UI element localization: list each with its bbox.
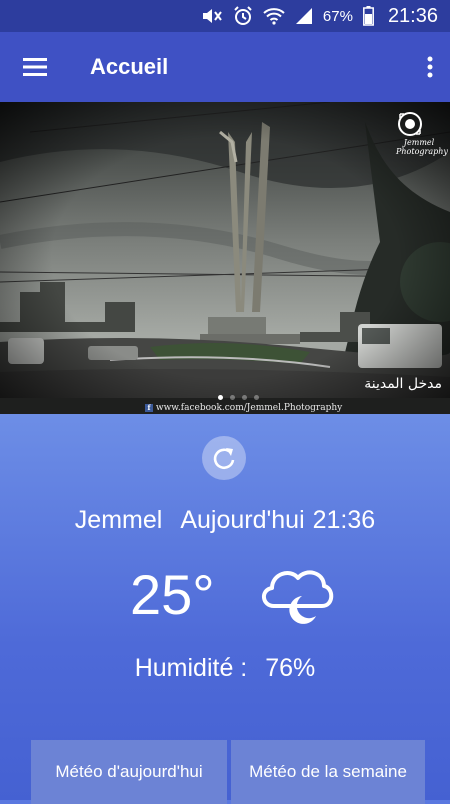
temperature: 25°	[130, 563, 215, 626]
refresh-button[interactable]	[202, 436, 246, 480]
app-bar: Accueil	[0, 32, 450, 102]
humidity-label: Humidité :	[134, 654, 248, 682]
carousel-dot[interactable]	[218, 395, 223, 400]
week-weather-button[interactable]: Météo de la semaine	[231, 740, 425, 804]
battery-percent: 67%	[322, 7, 353, 25]
facebook-icon: f	[145, 404, 153, 412]
menu-button[interactable]	[0, 32, 70, 102]
status-bar: 67% 21:36	[0, 0, 450, 32]
alarm-icon	[233, 6, 253, 26]
wifi-icon	[263, 7, 285, 25]
carousel-dot[interactable]	[230, 395, 235, 400]
status-time: 21:36	[387, 4, 438, 27]
page-title: Accueil	[90, 54, 169, 79]
refresh-icon	[213, 448, 235, 470]
photo-carousel[interactable]: Jemmel Photography مدخل المدينة f www.fa…	[0, 102, 450, 414]
more-vertical-icon	[427, 56, 433, 78]
battery-icon	[362, 6, 374, 26]
city-name: Jemmel	[74, 506, 163, 534]
location-datetime: Jemmel Aujourd'hui 21:36	[0, 506, 450, 535]
cloud-moon-icon	[258, 562, 334, 633]
aperture-icon	[398, 112, 422, 136]
carousel-dot[interactable]	[242, 395, 247, 400]
weather-panel: Jemmel Aujourd'hui 21:36 25° Humidité : 76%…	[0, 414, 450, 804]
current-time: 21:36	[312, 506, 376, 534]
carousel-dot[interactable]	[254, 395, 259, 400]
day-label: Aujourd'hui	[180, 506, 305, 534]
carousel-indicators	[218, 395, 259, 400]
hamburger-icon	[23, 58, 47, 76]
photographer-watermark: Jemmel Photography	[396, 110, 448, 156]
watermark-line-1: Jemmel	[403, 138, 435, 147]
photo-credit-url: www.facebook.com/Jemmel.Photography	[155, 403, 343, 413]
humidity-line: Humidité : 76%	[0, 654, 450, 683]
overflow-menu-button[interactable]	[410, 32, 450, 102]
city-entrance-photo	[0, 102, 450, 414]
today-weather-button[interactable]: Météo d'aujourd'hui	[31, 740, 227, 804]
mute-icon	[201, 7, 223, 25]
photo-credit: f www.facebook.com/Jemmel.Photography	[145, 403, 342, 413]
signal-icon	[295, 7, 313, 25]
photo-caption: مدخل المدينة	[364, 376, 442, 392]
watermark-line-2: Photography	[396, 147, 448, 156]
humidity-value: 76%	[265, 654, 316, 682]
